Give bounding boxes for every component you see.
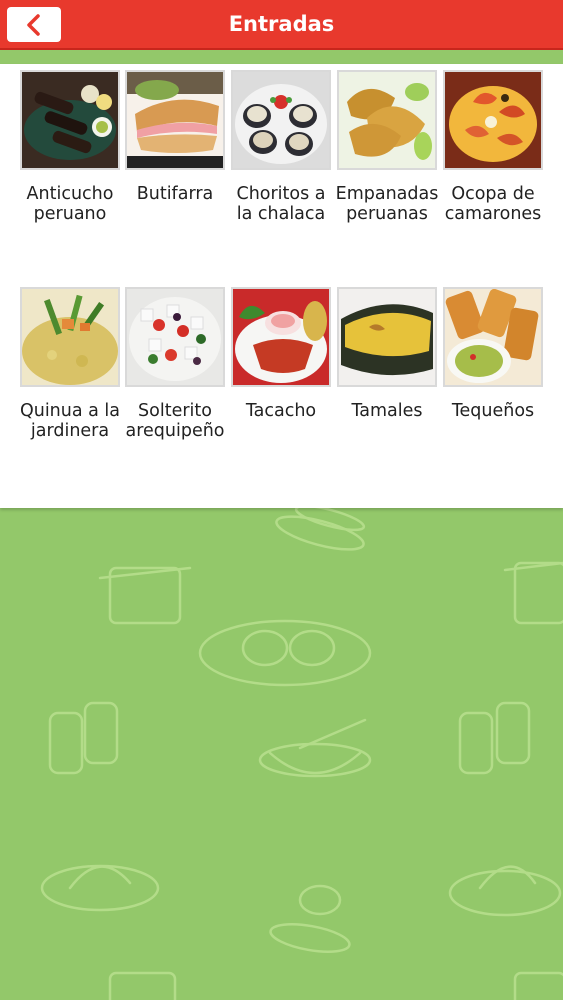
choritos-photo [231, 70, 331, 170]
dish-name: Butifarra [136, 184, 214, 204]
dish-name: Choritos a la chalaca [236, 184, 326, 224]
tequenos-photo [443, 287, 543, 387]
anticucho-photo [20, 70, 120, 170]
header-divider [0, 50, 563, 64]
tamales-photo [337, 287, 437, 387]
app-header: Entradas [0, 0, 563, 50]
dish-name: Anticucho peruano [26, 184, 114, 224]
dish-name: Empanadas peruanas [335, 184, 439, 224]
back-button[interactable] [7, 7, 61, 42]
dish-name: Tequeños [451, 401, 535, 421]
dish-name: Solterito arequipeño [125, 401, 225, 441]
background-pattern [40, 508, 563, 1000]
dish-name: Quinua a la jardinera [19, 401, 121, 441]
ocopa-photo [443, 70, 543, 170]
quinua-photo [20, 287, 120, 387]
empanadas-photo [337, 70, 437, 170]
solterito-photo [125, 287, 225, 387]
page-title: Entradas [228, 12, 335, 36]
dish-grid: Anticucho peruano Butifarra Choritos a l… [0, 64, 563, 508]
butifarra-photo [125, 70, 225, 170]
dish-name: Tacacho [245, 401, 317, 421]
chevron-left-icon [27, 13, 40, 36]
dish-name: Tamales [351, 401, 423, 421]
tacacho-photo [231, 287, 331, 387]
dish-name: Ocopa de camarones [444, 184, 542, 224]
